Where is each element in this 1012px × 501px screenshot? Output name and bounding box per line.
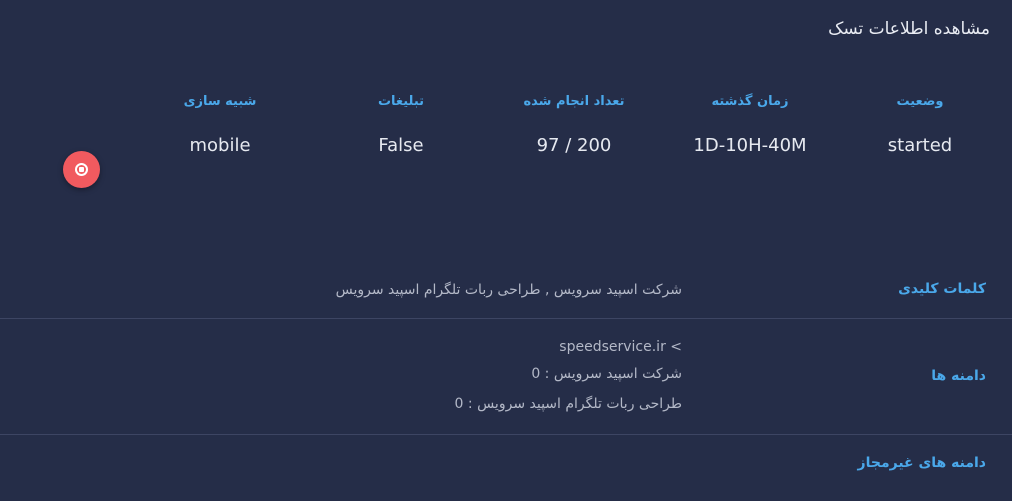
domain-item: شرکت اسپید سرویس : 0 bbox=[531, 366, 682, 382]
stat-ads-label: تبلیغات bbox=[377, 94, 425, 109]
stat-status: وضعیت started bbox=[840, 92, 1000, 156]
stat-ads-value: False bbox=[378, 135, 424, 156]
stat-status-value: started bbox=[887, 135, 953, 156]
divider bbox=[0, 434, 1012, 435]
page-title: مشاهده اطلاعات تسک bbox=[828, 19, 990, 39]
divider bbox=[0, 318, 1012, 319]
stat-status-label: وضعیت bbox=[896, 94, 944, 109]
keywords-value: شرکت اسپید سرویس , طراحی ربات تلگرام اسپ… bbox=[335, 282, 682, 298]
stat-simulation-value: mobile bbox=[189, 135, 251, 156]
stat-elapsed-time: زمان گذشته 1D-10H-40M bbox=[670, 92, 830, 156]
stat-completed-count: تعداد انجام شده 97 / 200 bbox=[494, 92, 654, 156]
domains-label: دامنه ها bbox=[931, 368, 986, 384]
stop-task-button[interactable] bbox=[63, 151, 100, 188]
keywords-label: کلمات کلیدی bbox=[898, 281, 986, 297]
invalid-domains-label: دامنه های غیرمجاز bbox=[857, 455, 986, 471]
stat-completed-count-label: تعداد انجام شده bbox=[523, 94, 625, 109]
stat-elapsed-time-label: زمان گذشته bbox=[711, 94, 789, 109]
domain-item: speedservice.ir < bbox=[559, 339, 682, 355]
stat-elapsed-time-value: 1D-10H-40M bbox=[693, 135, 807, 156]
domain-item: طراحی ربات تلگرام اسپید سرویس : 0 bbox=[454, 396, 682, 412]
task-stats: وضعیت started زمان گذشته 1D-10H-40M تعدا… bbox=[0, 92, 1012, 172]
stat-ads: تبلیغات False bbox=[321, 92, 481, 156]
stat-simulation-label: شبیه سازی bbox=[183, 94, 257, 109]
stat-simulation: شبیه سازی mobile bbox=[140, 92, 300, 156]
stop-circle-icon bbox=[75, 163, 88, 176]
stat-completed-count-value: 97 / 200 bbox=[536, 135, 612, 156]
